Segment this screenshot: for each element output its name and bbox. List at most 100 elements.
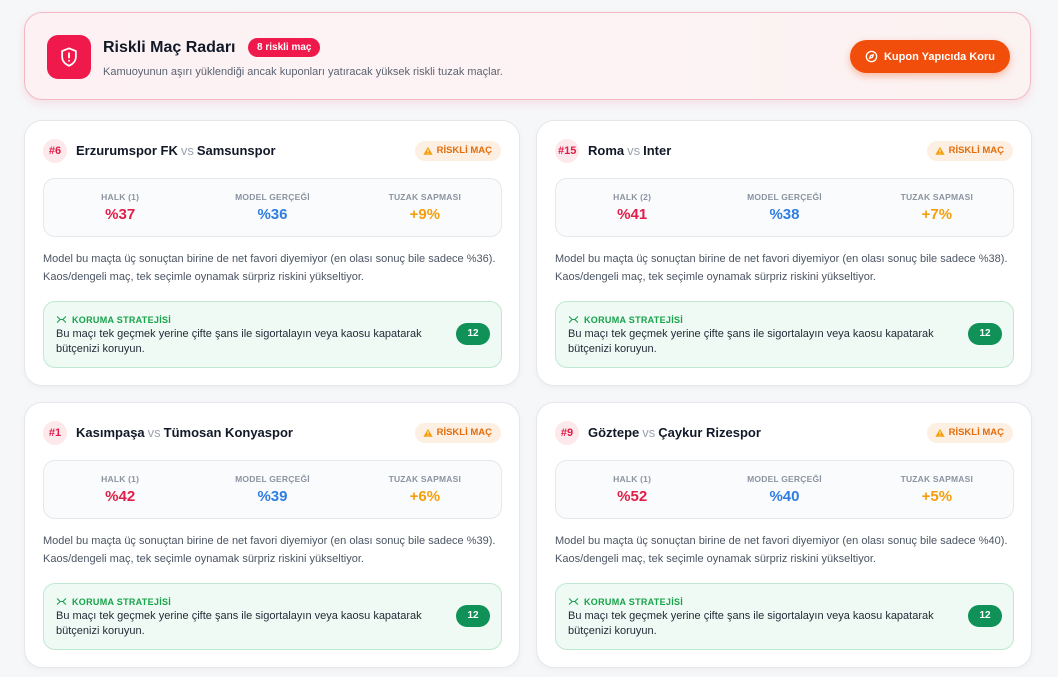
risky-match-badge: RİSKLİ MAÇ [926,423,1013,443]
match-rank-badge: #9 [555,421,579,445]
strategy-count-pill[interactable]: 12 [456,605,490,627]
risk-match-card[interactable]: #9 Göztepe vs Çaykur Rizespor RİSKLİ MAÇ H… [536,402,1032,668]
match-stats: HALK (1) %37 MODEL GERÇEĞİ %36 TUZAK SAP… [43,178,502,237]
match-stats: HALK (1) %42 MODEL GERÇEĞİ %39 TUZAK SAP… [43,460,502,519]
match-stats: HALK (1) %52 MODEL GERÇEĞİ %40 TUZAK SAP… [555,460,1014,519]
risk-match-card[interactable]: #15 Roma vs Inter RİSKLİ MAÇ HALK (2) %41 … [536,120,1032,386]
vs-label: vs [627,143,641,158]
model-stat-label: MODEL GERÇEĞİ [235,474,310,484]
trap-stat: TUZAK SAPMASI +7% [861,179,1013,236]
protection-strategy-box: KORUMA STRATEJİSİ Bu maçı tek geçmek yer… [555,301,1014,368]
model-stat: MODEL GERÇEĞİ %38 [708,179,860,236]
vs-label: vs [147,425,161,440]
risk-badge-label: RİSKLİ MAÇ [948,145,1004,156]
risk-badge-label: RİSKLİ MAÇ [436,427,492,438]
model-stat-label: MODEL GERÇEĞİ [747,474,822,484]
shuffle-icon [568,598,579,605]
match-stats: HALK (2) %41 MODEL GERÇEĞİ %38 TUZAK SAP… [555,178,1014,237]
match-title: Göztepe vs Çaykur Rizespor [588,425,761,440]
crowd-stat-label: HALK (1) [101,192,140,202]
crowd-stat: HALK (2) %41 [556,179,708,236]
match-description: Model bu maçta üç sonuçtan birine de net… [555,253,1008,283]
shield-alert-icon [47,35,91,79]
crowd-stat-value: %41 [617,206,648,223]
match-rank-badge: #1 [43,421,67,445]
protection-strategy-box: KORUMA STRATEJİSİ Bu maçı tek geçmek yer… [43,583,502,650]
strategy-heading: KORUMA STRATEJİSİ [56,596,171,607]
risk-match-card[interactable]: #6 Erzurumspor FK vs Samsunspor RİSKLİ MAÇ… [24,120,520,386]
risky-match-badge: RİSKLİ MAÇ [926,141,1013,161]
shuffle-icon [568,316,579,323]
risk-badge-label: RİSKLİ MAÇ [948,427,1004,438]
match-description: Model bu maçta üç sonuçtan birine de net… [555,535,1008,565]
trap-stat-label: TUZAK SAPMASI [388,474,462,484]
home-team: Roma [588,143,625,158]
trap-stat-value: +6% [409,488,441,505]
match-rank-badge: #15 [555,139,580,163]
trap-stat-label: TUZAK SAPMASI [900,474,974,484]
strategy-text: Bu maçı tek geçmek yerine çifte şans ile… [568,328,934,355]
crowd-stat: HALK (1) %42 [44,461,196,518]
trap-stat: TUZAK SAPMASI +6% [349,461,501,518]
model-stat-value: %39 [257,488,288,505]
match-rank-badge: #6 [43,139,67,163]
risky-count-badge: 8 riskli maç [248,38,321,57]
risk-radar-header: Riskli Maç Radarı 8 riskli maç Kamuoyunu… [24,12,1031,100]
crowd-stat-value: %37 [105,206,136,223]
model-stat: MODEL GERÇEĞİ %36 [196,179,348,236]
away-team: Tümosan Konyaspor [163,425,293,440]
strategy-title: KORUMA STRATEJİSİ [72,314,172,325]
cta-label: Kupon Yapıcıda Koru [883,50,996,63]
protection-strategy-box: KORUMA STRATEJİSİ Bu maçı tek geçmek yer… [555,583,1014,650]
trap-stat-label: TUZAK SAPMASI [388,192,462,202]
risky-match-badge: RİSKLİ MAÇ [414,423,501,443]
strategy-title: KORUMA STRATEJİSİ [72,596,172,607]
match-title: Erzurumspor FK vs Samsunspor [76,143,276,158]
model-stat-label: MODEL GERÇEĞİ [747,192,822,202]
model-stat-value: %38 [769,206,800,223]
warning-icon [422,146,433,155]
vs-label: vs [642,425,656,440]
warning-icon [934,146,945,155]
shuffle-icon [56,598,67,605]
crowd-stat-value: %42 [105,488,136,505]
away-team: Samsunspor [196,143,276,158]
trap-stat-value: +9% [409,206,441,223]
warning-icon [934,428,945,437]
strategy-title: KORUMA STRATEJİSİ [584,314,684,325]
coupon-builder-protect-button[interactable]: Kupon Yapıcıda Koru [850,40,1010,73]
away-team: Çaykur Rizespor [658,425,761,440]
trap-stat-value: +7% [921,206,953,223]
vs-label: vs [180,143,194,158]
strategy-text: Bu maçı tek geçmek yerine çifte şans ile… [56,610,422,637]
crowd-stat-label: HALK (2) [613,192,652,202]
strategy-text: Bu maçı tek geçmek yerine çifte şans ile… [568,610,934,637]
strategy-count-pill[interactable]: 12 [968,605,1002,627]
model-stat: MODEL GERÇEĞİ %39 [196,461,348,518]
crowd-stat: HALK (1) %52 [556,461,708,518]
trap-stat: TUZAK SAPMASI +9% [349,179,501,236]
model-stat-value: %40 [769,488,800,505]
crowd-stat: HALK (1) %37 [44,179,196,236]
strategy-count-pill[interactable]: 12 [456,323,490,345]
risk-match-card[interactable]: #1 Kasımpaşa vs Tümosan Konyaspor RİSKLİ M… [24,402,520,668]
strategy-title: KORUMA STRATEJİSİ [584,596,684,607]
page-subtitle: Kamuoyunun aşırı yüklendiği ancak kuponl… [103,66,503,78]
away-team: Inter [643,143,672,158]
match-title: Kasımpaşa vs Tümosan Konyaspor [76,425,293,440]
crowd-stat-label: HALK (1) [101,474,140,484]
strategy-heading: KORUMA STRATEJİSİ [568,596,683,607]
warning-icon [422,428,433,437]
match-title: Roma vs Inter [588,143,671,158]
match-description: Model bu maçta üç sonuçtan birine de net… [43,535,496,565]
strategy-count-pill[interactable]: 12 [968,323,1002,345]
strategy-heading: KORUMA STRATEJİSİ [568,314,683,325]
model-stat: MODEL GERÇEĞİ %40 [708,461,860,518]
home-team: Kasımpaşa [76,425,145,440]
shuffle-icon [56,316,67,323]
strategy-text: Bu maçı tek geçmek yerine çifte şans ile… [56,328,422,355]
model-stat-value: %36 [257,206,288,223]
match-description: Model bu maçta üç sonuçtan birine de net… [43,253,496,283]
strategy-heading: KORUMA STRATEJİSİ [56,314,171,325]
crowd-stat-label: HALK (1) [613,474,652,484]
